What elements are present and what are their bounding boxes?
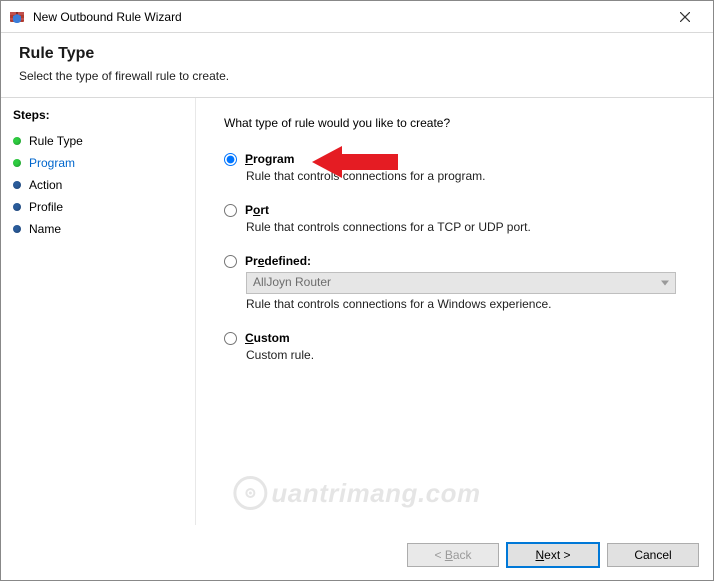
titlebar: New Outbound Rule Wizard	[1, 1, 713, 33]
radio-program[interactable]	[224, 153, 237, 166]
content-pane: What type of rule would you like to crea…	[196, 98, 713, 525]
radio-custom[interactable]	[224, 332, 237, 345]
step-program[interactable]: Program	[13, 152, 183, 174]
option-custom: Custom Custom rule.	[224, 331, 691, 362]
option-label[interactable]: Predefined:	[245, 254, 311, 268]
step-name[interactable]: Name	[13, 218, 183, 240]
cancel-button[interactable]: Cancel	[607, 543, 699, 567]
option-desc: Rule that controls connections for a pro…	[246, 169, 691, 183]
bullet-icon	[13, 159, 21, 167]
dropdown-value: AllJoyn Router	[253, 275, 331, 289]
radio-port[interactable]	[224, 204, 237, 217]
bullet-icon	[13, 203, 21, 211]
option-label[interactable]: Custom	[245, 331, 290, 345]
option-program: Program Rule that controls connections f…	[224, 152, 691, 183]
page-title: Rule Type	[19, 45, 695, 63]
bullet-icon	[13, 225, 21, 233]
next-button[interactable]: Next >	[507, 543, 599, 567]
firewall-icon	[9, 9, 25, 25]
step-label: Name	[29, 222, 61, 236]
steps-sidebar: Steps: Rule Type Program Action Profile …	[1, 98, 196, 525]
page-subtitle: Select the type of firewall rule to crea…	[19, 69, 695, 83]
step-label: Profile	[29, 200, 63, 214]
option-desc: Rule that controls connections for a TCP…	[246, 220, 691, 234]
option-label[interactable]: Port	[245, 203, 269, 217]
wizard-footer: < Back Next > Cancel	[1, 530, 713, 580]
option-desc: Rule that controls connections for a Win…	[246, 297, 691, 311]
close-button[interactable]	[665, 1, 705, 32]
rule-type-prompt: What type of rule would you like to crea…	[224, 116, 691, 130]
step-action[interactable]: Action	[13, 174, 183, 196]
step-profile[interactable]: Profile	[13, 196, 183, 218]
step-label: Rule Type	[29, 134, 83, 148]
step-label: Program	[29, 156, 75, 170]
step-rule-type[interactable]: Rule Type	[13, 130, 183, 152]
steps-heading: Steps:	[13, 108, 183, 122]
step-label: Action	[29, 178, 62, 192]
predefined-dropdown: AllJoyn Router	[246, 272, 676, 294]
option-port: Port Rule that controls connections for …	[224, 203, 691, 234]
window-title: New Outbound Rule Wizard	[33, 10, 665, 24]
option-desc: Custom rule.	[246, 348, 691, 362]
wizard-window: New Outbound Rule Wizard Rule Type Selec…	[0, 0, 714, 581]
option-predefined: Predefined: AllJoyn Router Rule that con…	[224, 254, 691, 311]
wizard-header: Rule Type Select the type of firewall ru…	[1, 33, 713, 91]
bullet-icon	[13, 181, 21, 189]
back-button: < Back	[407, 543, 499, 567]
option-label[interactable]: Program	[245, 152, 294, 166]
bullet-icon	[13, 137, 21, 145]
radio-predefined[interactable]	[224, 255, 237, 268]
